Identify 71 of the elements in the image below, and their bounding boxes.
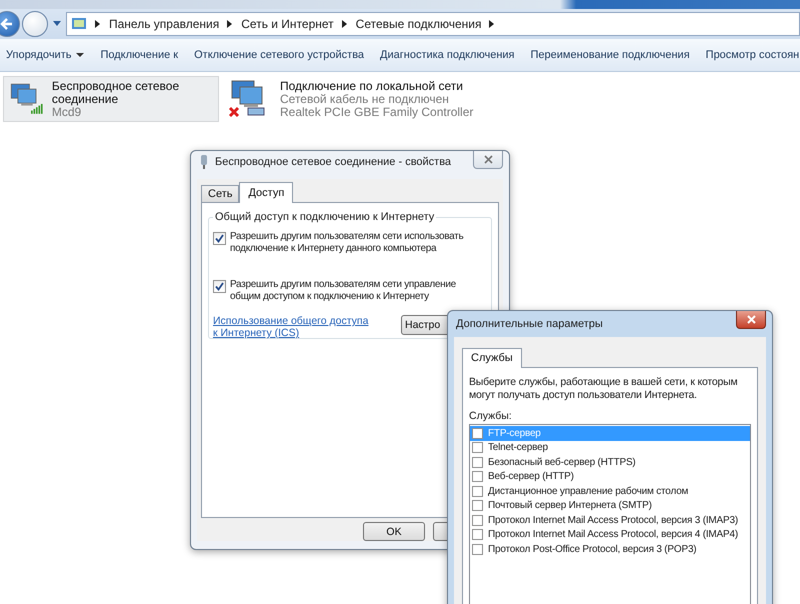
tab[interactable]: Доступ: [239, 182, 294, 203]
breadcrumb[interactable]: Сеть и Интернет: [241, 17, 334, 31]
toolbar-button[interactable]: Упорядочить: [6, 49, 84, 61]
checkbox-label: Разрешить другим пользователям сети использовать подключение к Интернету данного компьютера: [230, 231, 464, 255]
chevron-icon[interactable]: [489, 20, 496, 28]
close-icon: [484, 155, 492, 164]
address-field[interactable]: Панель управления Сеть и Интернет Сетевые подключения: [66, 12, 800, 36]
checkbox[interactable]: [213, 232, 226, 245]
ok-button[interactable]: OK: [363, 522, 425, 541]
caret-icon: [76, 52, 84, 58]
service-item[interactable]: Дистанционное управление рабочим столом: [470, 484, 750, 498]
list-label: Службы:: [469, 410, 513, 422]
service-item[interactable]: Протокол Internet Mail Access Protocol, версия 3 (IMAP3): [470, 513, 750, 528]
tab[interactable]: Сеть: [201, 185, 240, 202]
service-label: Протокол Internet Mail Access Protocol, версия 4 (IMAP4): [488, 529, 738, 540]
service-item[interactable]: Безопасный веб-сервер (HTTPS): [470, 455, 750, 470]
description-text: Выберите службы, работающие в вашей сети, к которым могут получать доступ пользователи Интернета.: [469, 376, 739, 402]
help-link[interactable]: Использование общего доступа к Интернету (ICS): [213, 315, 373, 339]
chevron-icon[interactable]: [95, 20, 101, 28]
checkbox[interactable]: [472, 442, 483, 454]
forward-button[interactable]: [22, 11, 48, 37]
connection-name: Беспроводное сетевое соединение: [52, 80, 180, 106]
checkbox[interactable]: [472, 456, 483, 468]
service-label: Почтовый сервер Интернета (SMTP): [488, 500, 652, 512]
checkbox[interactable]: [472, 514, 483, 526]
close-icon: [746, 315, 756, 324]
toolbar-button[interactable]: Диагностика подключения: [380, 49, 514, 61]
connection-name: Подключение по локальной сети: [280, 80, 464, 93]
checkbox[interactable]: [213, 280, 226, 293]
close-button[interactable]: [473, 151, 503, 169]
service-item[interactable]: Почтовый сервер Интернета (SMTP): [470, 498, 750, 513]
service-label: Telnet-сервер: [488, 442, 548, 454]
service-item[interactable]: Протокол Post-Office Protocol, версия 3 (POP3): [470, 542, 750, 556]
checkbox[interactable]: [472, 544, 483, 555]
toolbar-button[interactable]: Переименование подключения: [530, 49, 690, 61]
chevron-icon[interactable]: [227, 20, 234, 28]
toolbar-button[interactable]: Подключение к: [100, 49, 178, 61]
checkbox-label: Разрешить другим пользователям сети управление общим доступом к подключению к Интернету: [230, 279, 457, 303]
service-label: Дистанционное управление рабочим столом: [488, 486, 688, 497]
window-title: Беспроводное сетевое соединение - свойства: [215, 156, 452, 168]
adapter-icon: [199, 154, 209, 170]
service-item[interactable]: Telnet-сервер: [470, 440, 750, 455]
service-item[interactable]: Веб-сервер (HTTP): [470, 470, 750, 484]
toolbar-button[interactable]: Отключение сетевого устройства: [194, 49, 364, 61]
service-label: Веб-сервер (HTTP): [488, 471, 574, 482]
connection-item[interactable]: Беспроводное сетевое соединение Mcd9: [3, 76, 219, 122]
checkbox[interactable]: [472, 500, 483, 512]
breadcrumb[interactable]: Панель управления: [109, 17, 220, 31]
checkbox[interactable]: [472, 486, 483, 497]
chevron-icon[interactable]: [342, 20, 348, 28]
back-arrow-icon: [0, 17, 14, 31]
tab[interactable]: Службы: [462, 348, 522, 368]
toolbar-button[interactable]: Просмотр состоян: [706, 49, 800, 61]
control-panel-icon: [71, 16, 87, 32]
close-button[interactable]: [736, 311, 766, 329]
checkbox[interactable]: [472, 529, 483, 540]
back-button[interactable]: [0, 11, 20, 37]
breadcrumb[interactable]: Сетевые подключения: [356, 17, 482, 31]
connection-status: Mcd9: [52, 106, 82, 119]
service-item[interactable]: Протокол Internet Mail Access Protocol, версия 4 (IMAP4): [470, 528, 750, 542]
service-label: Безопасный веб-сервер (HTTPS): [488, 456, 636, 468]
service-label: FTP-сервер: [488, 428, 541, 439]
adapter-name: Realtek PCIe GBE Family Controller: [280, 106, 474, 119]
connection-status: Сетевой кабель не подключен: [280, 93, 450, 106]
group-title: Общий доступ к подключению к Интернету: [214, 211, 436, 223]
checkbox[interactable]: [472, 471, 483, 482]
checkbox[interactable]: [472, 428, 483, 439]
caret-icon[interactable]: [53, 21, 61, 27]
service-label: Протокол Post-Office Protocol, версия 3 (POP3): [488, 544, 696, 555]
connection-item[interactable]: Подключение по локальной сети Сетевой кабель не подключен Realtek PCIe GBE Family Controller: [223, 76, 493, 122]
service-label: Протокол Internet Mail Access Protocol, версия 3 (IMAP3): [488, 514, 738, 526]
